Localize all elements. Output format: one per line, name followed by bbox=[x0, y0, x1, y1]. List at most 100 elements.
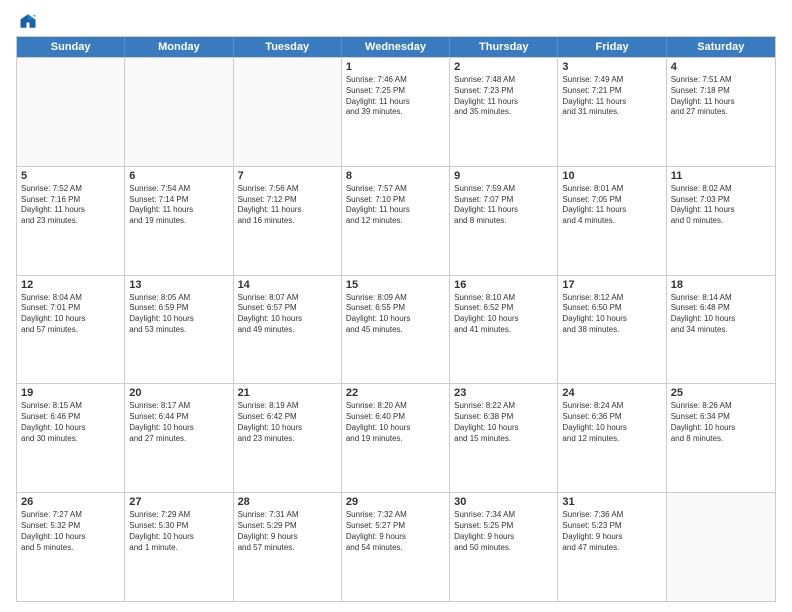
cell-text: Sunrise: 7:59 AM Sunset: 7:07 PM Dayligh… bbox=[454, 184, 553, 227]
cell-text: Sunrise: 8:22 AM Sunset: 6:38 PM Dayligh… bbox=[454, 401, 553, 444]
calendar-cell: 29Sunrise: 7:32 AM Sunset: 5:27 PM Dayli… bbox=[342, 493, 450, 601]
calendar-cell: 19Sunrise: 8:15 AM Sunset: 6:46 PM Dayli… bbox=[17, 384, 125, 492]
day-number: 6 bbox=[129, 170, 228, 182]
calendar-cell: 22 Sunrise: 8:20 AM Sunset: 6:40 PM Dayli… bbox=[342, 384, 450, 492]
cell-text: Sunrise: 8:24 AM Sunset: 6:36 PM Dayligh… bbox=[562, 401, 661, 444]
calendar-header-day: Saturday bbox=[667, 37, 775, 57]
cell-text: Sunrise: 7:57 AM Sunset: 7:10 PM Dayligh… bbox=[346, 184, 445, 227]
calendar-row: 26 Sunrise: 7:27 AM Sunset: 5:32 PM Dayli… bbox=[17, 492, 775, 601]
cell-text: Sunrise: 8:04 AM Sunset: 7:01 PM Dayligh… bbox=[21, 293, 120, 336]
calendar-row: 19Sunrise: 8:15 AM Sunset: 6:46 PM Dayli… bbox=[17, 383, 775, 492]
day-number: 30 bbox=[454, 496, 553, 508]
day-number: 22 bbox=[346, 387, 445, 399]
calendar-cell: 16Sunrise: 8:10 AM Sunset: 6:52 PM Dayli… bbox=[450, 276, 558, 384]
calendar-cell: 20 Sunrise: 8:17 AM Sunset: 6:44 PM Dayli… bbox=[125, 384, 233, 492]
calendar-cell: 26 Sunrise: 7:27 AM Sunset: 5:32 PM Dayli… bbox=[17, 493, 125, 601]
day-number: 9 bbox=[454, 170, 553, 182]
logo bbox=[16, 12, 37, 30]
calendar-cell: 11Sunrise: 8:02 AM Sunset: 7:03 PM Dayli… bbox=[667, 167, 775, 275]
day-number: 20 bbox=[129, 387, 228, 399]
day-number: 4 bbox=[671, 61, 771, 73]
cell-text: Sunrise: 8:12 AM Sunset: 6:50 PM Dayligh… bbox=[562, 293, 661, 336]
day-number: 21 bbox=[238, 387, 337, 399]
day-number: 25 bbox=[671, 387, 771, 399]
day-number: 31 bbox=[562, 496, 661, 508]
day-number: 7 bbox=[238, 170, 337, 182]
cell-text: Sunrise: 8:19 AM Sunset: 6:42 PM Dayligh… bbox=[238, 401, 337, 444]
calendar-header-day: Thursday bbox=[450, 37, 558, 57]
calendar-cell: 4 Sunrise: 7:51 AM Sunset: 7:18 PM Daylig… bbox=[667, 58, 775, 166]
calendar-cell: 8 Sunrise: 7:57 AM Sunset: 7:10 PM Daylig… bbox=[342, 167, 450, 275]
day-number: 23 bbox=[454, 387, 553, 399]
day-number: 18 bbox=[671, 279, 771, 291]
calendar-cell bbox=[667, 493, 775, 601]
calendar-cell: 24 Sunrise: 8:24 AM Sunset: 6:36 PM Dayli… bbox=[558, 384, 666, 492]
calendar-cell: 21 Sunrise: 8:19 AM Sunset: 6:42 PM Dayli… bbox=[234, 384, 342, 492]
cell-text: Sunrise: 8:17 AM Sunset: 6:44 PM Dayligh… bbox=[129, 401, 228, 444]
day-number: 10 bbox=[562, 170, 661, 182]
cell-text: Sunrise: 7:49 AM Sunset: 7:21 PM Dayligh… bbox=[562, 75, 661, 118]
day-number: 29 bbox=[346, 496, 445, 508]
cell-text: Sunrise: 7:54 AM Sunset: 7:14 PM Dayligh… bbox=[129, 184, 228, 227]
day-number: 13 bbox=[129, 279, 228, 291]
calendar-cell: 18 Sunrise: 8:14 AM Sunset: 6:48 PM Dayli… bbox=[667, 276, 775, 384]
cell-text: Sunrise: 8:14 AM Sunset: 6:48 PM Dayligh… bbox=[671, 293, 771, 336]
day-number: 8 bbox=[346, 170, 445, 182]
day-number: 17 bbox=[562, 279, 661, 291]
calendar-cell: 2 Sunrise: 7:48 AM Sunset: 7:23 PM Daylig… bbox=[450, 58, 558, 166]
calendar-cell: 6 Sunrise: 7:54 AM Sunset: 7:14 PM Daylig… bbox=[125, 167, 233, 275]
day-number: 28 bbox=[238, 496, 337, 508]
cell-text: Sunrise: 7:36 AM Sunset: 5:23 PM Dayligh… bbox=[562, 510, 661, 553]
day-number: 16 bbox=[454, 279, 553, 291]
calendar-cell: 9 Sunrise: 7:59 AM Sunset: 7:07 PM Daylig… bbox=[450, 167, 558, 275]
day-number: 15 bbox=[346, 279, 445, 291]
cell-text: Sunrise: 7:46 AM Sunset: 7:25 PM Dayligh… bbox=[346, 75, 445, 118]
cell-text: Sunrise: 7:31 AM Sunset: 5:29 PM Dayligh… bbox=[238, 510, 337, 553]
calendar-cell bbox=[234, 58, 342, 166]
calendar-header-day: Monday bbox=[125, 37, 233, 57]
calendar-header-day: Wednesday bbox=[342, 37, 450, 57]
cell-text: Sunrise: 7:34 AM Sunset: 5:25 PM Dayligh… bbox=[454, 510, 553, 553]
cell-text: Sunrise: 8:01 AM Sunset: 7:05 PM Dayligh… bbox=[562, 184, 661, 227]
calendar-cell: 14Sunrise: 8:07 AM Sunset: 6:57 PM Dayli… bbox=[234, 276, 342, 384]
cell-text: Sunrise: 8:07 AM Sunset: 6:57 PM Dayligh… bbox=[238, 293, 337, 336]
calendar-row: 5Sunrise: 7:52 AM Sunset: 7:16 PM Daylig… bbox=[17, 166, 775, 275]
day-number: 5 bbox=[21, 170, 120, 182]
cell-text: Sunrise: 8:05 AM Sunset: 6:59 PM Dayligh… bbox=[129, 293, 228, 336]
calendar-cell bbox=[17, 58, 125, 166]
calendar-header-day: Tuesday bbox=[234, 37, 342, 57]
calendar-cell: 25 Sunrise: 8:26 AM Sunset: 6:34 PM Dayli… bbox=[667, 384, 775, 492]
cell-text: Sunrise: 8:02 AM Sunset: 7:03 PM Dayligh… bbox=[671, 184, 771, 227]
calendar-cell: 3Sunrise: 7:49 AM Sunset: 7:21 PM Daylig… bbox=[558, 58, 666, 166]
header bbox=[16, 12, 776, 30]
calendar-row: 1 Sunrise: 7:46 AM Sunset: 7:25 PM Daylig… bbox=[17, 57, 775, 166]
day-number: 1 bbox=[346, 61, 445, 73]
calendar-cell: 13 Sunrise: 8:05 AM Sunset: 6:59 PM Dayli… bbox=[125, 276, 233, 384]
calendar-cell: 1 Sunrise: 7:46 AM Sunset: 7:25 PM Daylig… bbox=[342, 58, 450, 166]
calendar-cell: 12Sunrise: 8:04 AM Sunset: 7:01 PM Dayli… bbox=[17, 276, 125, 384]
calendar-header-day: Sunday bbox=[17, 37, 125, 57]
cell-text: Sunrise: 7:27 AM Sunset: 5:32 PM Dayligh… bbox=[21, 510, 120, 553]
cell-text: Sunrise: 7:48 AM Sunset: 7:23 PM Dayligh… bbox=[454, 75, 553, 118]
day-number: 24 bbox=[562, 387, 661, 399]
day-number: 26 bbox=[21, 496, 120, 508]
calendar-cell: 5Sunrise: 7:52 AM Sunset: 7:16 PM Daylig… bbox=[17, 167, 125, 275]
cell-text: Sunrise: 8:20 AM Sunset: 6:40 PM Dayligh… bbox=[346, 401, 445, 444]
calendar-cell: 27Sunrise: 7:29 AM Sunset: 5:30 PM Dayli… bbox=[125, 493, 233, 601]
day-number: 2 bbox=[454, 61, 553, 73]
calendar-cell: 10 Sunrise: 8:01 AM Sunset: 7:05 PM Dayli… bbox=[558, 167, 666, 275]
cell-text: Sunrise: 8:26 AM Sunset: 6:34 PM Dayligh… bbox=[671, 401, 771, 444]
calendar-cell: 15 Sunrise: 8:09 AM Sunset: 6:55 PM Dayli… bbox=[342, 276, 450, 384]
cell-text: Sunrise: 8:09 AM Sunset: 6:55 PM Dayligh… bbox=[346, 293, 445, 336]
cell-text: Sunrise: 7:51 AM Sunset: 7:18 PM Dayligh… bbox=[671, 75, 771, 118]
calendar-body: 1 Sunrise: 7:46 AM Sunset: 7:25 PM Daylig… bbox=[17, 57, 775, 601]
cell-text: Sunrise: 8:15 AM Sunset: 6:46 PM Dayligh… bbox=[21, 401, 120, 444]
calendar-cell: 7 Sunrise: 7:56 AM Sunset: 7:12 PM Daylig… bbox=[234, 167, 342, 275]
cell-text: Sunrise: 7:56 AM Sunset: 7:12 PM Dayligh… bbox=[238, 184, 337, 227]
calendar-cell bbox=[125, 58, 233, 166]
calendar-cell: 28 Sunrise: 7:31 AM Sunset: 5:29 PM Dayli… bbox=[234, 493, 342, 601]
calendar: SundayMondayTuesdayWednesdayThursdayFrid… bbox=[16, 36, 776, 602]
logo-icon bbox=[19, 12, 37, 30]
calendar-row: 12Sunrise: 8:04 AM Sunset: 7:01 PM Dayli… bbox=[17, 275, 775, 384]
calendar-header: SundayMondayTuesdayWednesdayThursdayFrid… bbox=[17, 37, 775, 57]
